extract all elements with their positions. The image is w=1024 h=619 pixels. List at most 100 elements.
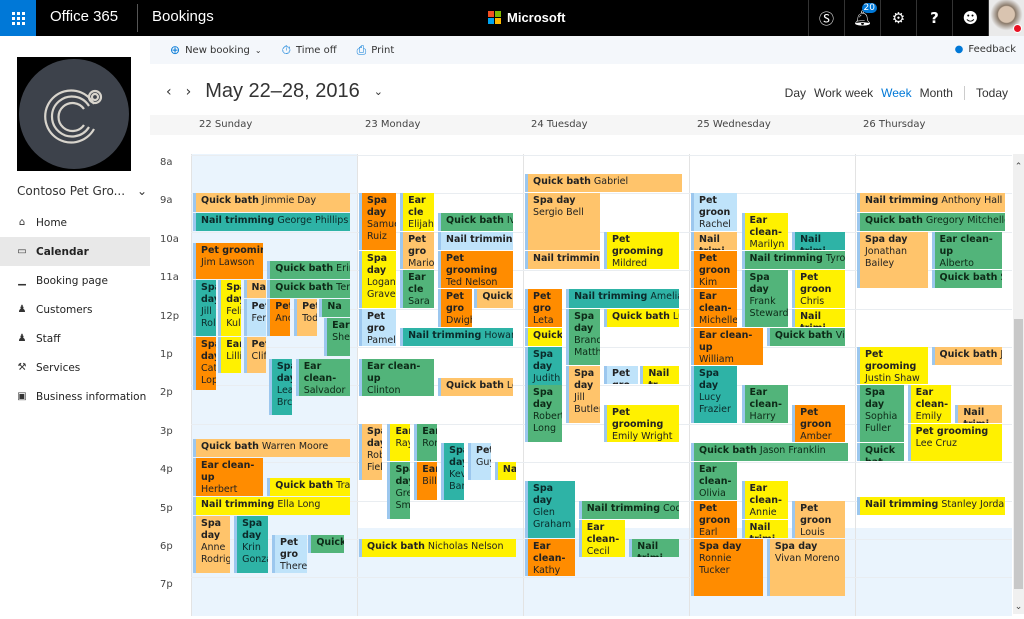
booking-event[interactable]: Pet grooming Ted Nelson: [438, 251, 513, 289]
booking-event[interactable]: Quick: [525, 327, 562, 346]
booking-event[interactable]: Ear clean-Emily Tayl: [907, 385, 952, 423]
booking-event[interactable]: Nail trimming C: [525, 251, 600, 270]
booking-event[interactable]: Nail trimming Tyrone: [741, 251, 845, 270]
booking-event[interactable]: Spa day Anne Rodrig: [193, 515, 230, 573]
booking-event[interactable]: Ear clean-Salvador M: [295, 358, 350, 396]
booking-event[interactable]: EarLillia: [218, 337, 241, 373]
booking-event[interactable]: Nail tr: [640, 366, 679, 385]
booking-event[interactable]: Ear clean-Cecil New: [578, 519, 626, 558]
booking-event[interactable]: Pet groLeta Br: [525, 289, 562, 327]
booking-event[interactable]: Spa day Jonathan Bailey: [857, 231, 928, 289]
booking-event[interactable]: EarRay: [387, 423, 411, 462]
booking-event[interactable]: Pet grooming Justin Shaw: [857, 347, 928, 385]
booking-event[interactable]: Pet groMarion: [400, 231, 434, 270]
booking-event[interactable]: Nail trimi: [955, 404, 1002, 423]
booking-event[interactable]: Nail trimi: [792, 231, 845, 250]
view-day[interactable]: Day: [785, 86, 806, 100]
booking-event[interactable]: Pet groonRachel Car: [691, 193, 738, 231]
skype-button[interactable]: Ⓢ: [808, 0, 844, 36]
booking-event[interactable]: Quick bath Victo: [766, 327, 845, 346]
booking-event[interactable]: Quick: [308, 535, 344, 554]
user-avatar[interactable]: [988, 0, 1024, 36]
booking-event[interactable]: Ear clean-Olivia Lars: [691, 462, 738, 500]
sidebar-item-staff[interactable]: ♟ Staff: [0, 324, 150, 353]
booking-event[interactable]: Spa day Sophia Fuller: [857, 385, 904, 442]
booking-event[interactable]: Nail trimming Ella Long: [193, 496, 350, 515]
booking-event[interactable]: Nail trimi: [741, 519, 788, 538]
booking-event[interactable]: Quick bath Loui: [438, 377, 513, 396]
booking-event[interactable]: Quick bath Trac: [267, 477, 350, 496]
booking-event[interactable]: PetGuy: [468, 443, 491, 481]
sidebar-item-booking-page[interactable]: ▁ Booking page: [0, 266, 150, 295]
previous-week-button[interactable]: ‹: [166, 84, 172, 100]
calendar-scrollbar[interactable]: ⌃ ⌄: [1013, 154, 1024, 614]
booking-event[interactable]: Pet groonEarl Murph: [691, 500, 738, 538]
view-month[interactable]: Month: [920, 86, 953, 100]
booking-event[interactable]: Spa day Glen Graham: [525, 481, 575, 538]
sidebar-item-home[interactable]: ⌂ Home: [0, 208, 150, 237]
booking-event[interactable]: Nail trimming Cody M: [578, 500, 679, 519]
booking-event[interactable]: Ear clean-upHerbert Gibson: [193, 458, 264, 496]
feedback-smiley-button[interactable]: ☻: [952, 0, 988, 36]
booking-event[interactable]: Ear clean-upClinton Mcdonal: [359, 358, 434, 396]
booking-event[interactable]: Pet grooming Emily Wright: [604, 404, 679, 442]
booking-event[interactable]: Spa dayBrandy Matthe: [566, 308, 600, 366]
booking-event[interactable]: Pet groomingMildred Crawford: [604, 231, 679, 270]
booking-event[interactable]: Spa dayKrin Gonzal: [234, 515, 268, 573]
booking-event[interactable]: Spa day Frank Steward: [741, 270, 788, 327]
booking-event[interactable]: Pet gro Isobel: [604, 366, 638, 385]
booking-event[interactable]: Spa day Sergio Bell: [525, 193, 600, 250]
booking-event[interactable]: Quick bat: [857, 443, 904, 462]
booking-event[interactable]: Nail trimi: [792, 308, 845, 327]
booking-event[interactable]: Quick bath Erin: [267, 260, 350, 279]
booking-event[interactable]: Ear clean-Harry Web: [741, 385, 788, 423]
booking-event[interactable]: EarBilli: [414, 462, 437, 500]
booking-event[interactable]: Spa dayFeli Kul: [218, 279, 241, 337]
booking-event[interactable]: Spa dayJill Butler: [566, 366, 600, 423]
booking-event[interactable]: EarRor: [414, 423, 437, 462]
booking-event[interactable]: Spa dayGre Smi: [387, 462, 411, 519]
booking-event[interactable]: Na: [494, 462, 516, 481]
booking-event[interactable]: Quick: [474, 289, 513, 308]
notifications-button[interactable]: 🔔︎ 20: [844, 0, 880, 36]
settings-button[interactable]: ⚙: [880, 0, 916, 36]
sidebar-item-services[interactable]: ⚒ Services: [0, 353, 150, 382]
booking-event[interactable]: Spa day Ronnie Tucker: [691, 539, 763, 596]
booking-event[interactable]: Pet groomingJim Lawson: [193, 243, 264, 279]
booking-event[interactable]: Ear clean-Michelle P: [691, 289, 738, 327]
scroll-down-icon[interactable]: ⌄: [1013, 602, 1024, 612]
print-button[interactable]: ⎙ Print: [357, 43, 395, 58]
sidebar-item-calendar[interactable]: ▭ Calendar: [0, 237, 150, 266]
view-work-week[interactable]: Work week: [814, 86, 873, 100]
booking-event[interactable]: Nail trimming Stanley Jordan: [857, 496, 1005, 515]
booking-event[interactable]: Quick bath Tere: [267, 279, 350, 298]
booking-event[interactable]: Nail trimming Anthony Hall: [857, 193, 1005, 212]
booking-event[interactable]: Pet groonLouis Mor: [792, 500, 845, 538]
new-booking-button[interactable]: ⊕ New booking ⌄: [170, 43, 262, 57]
booking-event[interactable]: Pet groonAmber Co: [792, 404, 845, 442]
app-launcher-button[interactable]: [0, 0, 36, 36]
booking-event[interactable]: Quick bath Jason Franklin: [691, 443, 848, 462]
booking-event[interactable]: Pet grooming Lee Cruz: [907, 423, 1003, 462]
booking-event[interactable]: Ear She: [324, 318, 350, 356]
booking-event[interactable]: Na: [243, 279, 267, 298]
booking-event[interactable]: Pet groonChris Mitc: [792, 270, 845, 308]
booking-event[interactable]: PetAnc: [267, 299, 290, 337]
booking-event[interactable]: Nail trimming Amelia Wa: [566, 289, 679, 308]
booking-event[interactable]: Quick bath Warren Moore: [193, 439, 350, 458]
booking-event[interactable]: Quick bath Jimmie Day: [193, 193, 350, 212]
booking-event[interactable]: Spa dayLea Brc: [268, 358, 292, 416]
time-off-button[interactable]: ⏱ Time off: [282, 43, 337, 58]
booking-event[interactable]: Na: [319, 299, 350, 318]
scroll-up-icon[interactable]: ⌃: [1013, 162, 1024, 172]
booking-event[interactable]: Quick bath Gabriel: [525, 174, 682, 193]
booking-event[interactable]: Ear clean-Annie Nea: [741, 481, 788, 519]
booking-event[interactable]: Spa dayCatl Lop: [193, 337, 216, 391]
booking-event[interactable]: Spa dayRob Fiel: [359, 423, 382, 481]
booking-event[interactable]: Pet groDwight: [438, 289, 472, 327]
next-week-button[interactable]: ›: [186, 84, 192, 100]
booking-event[interactable]: Spa dayKev Bar: [441, 443, 464, 500]
booking-event[interactable]: Quick bath Gregory Mitchelle: [857, 212, 1005, 231]
chevron-down-icon[interactable]: ⌄: [374, 85, 383, 98]
suite-name[interactable]: Office 365: [50, 8, 118, 25]
